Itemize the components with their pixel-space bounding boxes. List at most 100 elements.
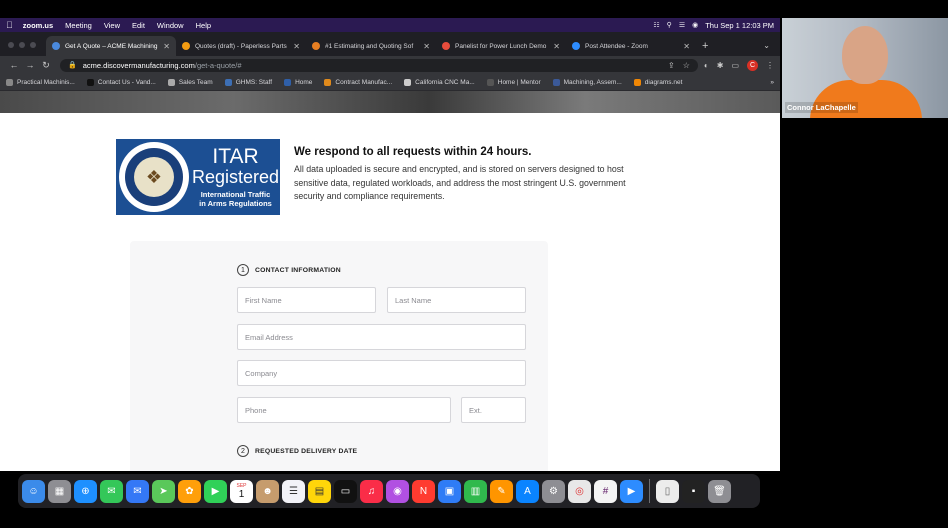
menu-meeting[interactable]: Meeting bbox=[65, 21, 92, 30]
news-icon[interactable]: N bbox=[412, 479, 435, 503]
lock-icon[interactable]: 🔒 bbox=[68, 61, 77, 69]
calendar-icon[interactable]: SEP 1 bbox=[230, 479, 253, 503]
keynote-icon[interactable]: ▣ bbox=[438, 479, 461, 503]
phone-input[interactable] bbox=[238, 398, 450, 422]
close-tab-icon[interactable]: ✕ bbox=[163, 42, 170, 51]
close-tab-icon[interactable]: ✕ bbox=[683, 42, 690, 51]
tab-estimating[interactable]: #1 Estimating and Quoting Sof ✕ bbox=[306, 36, 436, 56]
control-center-icon[interactable]: ☰ bbox=[679, 21, 685, 29]
bookmark-item[interactable]: California CNC Ma... bbox=[404, 78, 475, 86]
mail-icon[interactable]: ✉ bbox=[126, 479, 149, 503]
slack-icon[interactable]: # bbox=[594, 479, 617, 503]
zoom-app-icon[interactable]: ▶ bbox=[620, 479, 643, 503]
apple-icon[interactable]:  bbox=[6, 20, 13, 30]
photos-icon[interactable]: ✿ bbox=[178, 479, 201, 503]
email-field[interactable] bbox=[237, 324, 526, 350]
notes-icon[interactable]: ▤ bbox=[308, 479, 331, 503]
bookmark-favicon-icon bbox=[284, 78, 292, 86]
menu-view[interactable]: View bbox=[104, 21, 120, 30]
finder-icon[interactable]: ☺ bbox=[22, 479, 45, 503]
app-store-icon[interactable]: A bbox=[516, 479, 539, 503]
screenshot-icon[interactable]: ▪ bbox=[682, 479, 705, 503]
tab-panelist[interactable]: Panelist for Power Lunch Demo ✕ bbox=[436, 36, 566, 56]
screen:  zoom.us Meeting View Edit Window Help … bbox=[0, 0, 948, 528]
state-department-seal-icon: ❖ bbox=[119, 142, 189, 212]
minimize-window-button[interactable] bbox=[19, 42, 25, 48]
bookmark-item[interactable]: Practical Machinis... bbox=[6, 78, 75, 86]
menu-window[interactable]: Window bbox=[157, 21, 184, 30]
system-preferences-icon[interactable]: ⚙ bbox=[542, 479, 565, 503]
bookmark-item[interactable]: Contract Manufac... bbox=[324, 78, 392, 86]
kebab-menu-icon[interactable]: ⋮ bbox=[766, 61, 774, 70]
more-bookmarks-icon[interactable]: » bbox=[770, 79, 774, 86]
reload-icon[interactable]: ↻ bbox=[38, 60, 54, 71]
company-input[interactable] bbox=[238, 361, 525, 385]
menu-help[interactable]: Help bbox=[196, 21, 211, 30]
contacts-icon[interactable]: ☻ bbox=[256, 479, 279, 503]
tab-search-chevron-icon[interactable]: ⌄ bbox=[763, 41, 780, 56]
share-icon[interactable]: ⇪ bbox=[668, 61, 675, 70]
pages-icon[interactable]: ✎ bbox=[490, 479, 513, 503]
close-tab-icon[interactable]: ✕ bbox=[293, 42, 300, 51]
new-tab-icon[interactable]: + bbox=[696, 40, 716, 56]
chrome-icon[interactable]: ◎ bbox=[568, 479, 591, 503]
messages-icon[interactable]: ✉ bbox=[100, 479, 123, 503]
back-arrow-icon[interactable]: ← bbox=[6, 60, 22, 70]
tab-post-attendee[interactable]: Post Attendee - Zoom ✕ bbox=[566, 36, 696, 56]
close-tab-icon[interactable]: ✕ bbox=[553, 42, 560, 51]
bookmark-item[interactable]: GHMS: Staff bbox=[224, 78, 272, 86]
menu-edit[interactable]: Edit bbox=[132, 21, 145, 30]
bookmark-item[interactable]: Contact Us - Vand... bbox=[86, 78, 156, 86]
phone-ext-input[interactable] bbox=[462, 398, 525, 422]
profile-avatar[interactable]: C bbox=[747, 59, 758, 71]
music-icon[interactable]: ♫ bbox=[360, 479, 383, 503]
maximize-window-button[interactable] bbox=[30, 42, 36, 48]
first-name-field[interactable] bbox=[237, 287, 376, 313]
phone-field[interactable] bbox=[237, 397, 451, 423]
url-path: /get-a-quote/# bbox=[194, 60, 242, 70]
safari-icon[interactable]: ⊕ bbox=[74, 479, 97, 503]
last-name-field[interactable] bbox=[387, 287, 526, 313]
tv-icon[interactable]: ▭ bbox=[334, 479, 357, 503]
status-area: ☷ ⚲ ☰ ◉ Thu Sep 1 12:03 PM bbox=[653, 21, 774, 30]
facetime-icon[interactable]: ▶ bbox=[204, 479, 227, 503]
menubar-clock[interactable]: Thu Sep 1 12:03 PM bbox=[705, 21, 774, 30]
reminders-icon[interactable]: ☰ bbox=[282, 479, 305, 503]
bookmark-favicon-icon bbox=[324, 78, 332, 86]
maps-icon[interactable]: ➤ bbox=[152, 479, 175, 503]
podcasts-icon[interactable]: ◉ bbox=[386, 479, 409, 503]
wifi-icon[interactable]: ☷ bbox=[653, 21, 659, 29]
last-name-input[interactable] bbox=[388, 288, 525, 312]
bookmark-item[interactable]: Home | Mentor bbox=[486, 78, 541, 86]
company-field[interactable] bbox=[237, 360, 526, 386]
search-icon[interactable]: ⚲ bbox=[667, 21, 672, 29]
participant-name-label: Connor LaChapelle bbox=[785, 102, 858, 113]
trash-icon[interactable]: 🗑 bbox=[708, 479, 731, 503]
first-name-input[interactable] bbox=[238, 288, 375, 312]
tab-get-a-quote[interactable]: Get A Quote – ACME Machining ✕ bbox=[46, 36, 176, 56]
launchpad-icon[interactable]: ▦ bbox=[48, 479, 71, 503]
phone-ext-field[interactable] bbox=[461, 397, 526, 423]
extension-icon[interactable]: ◐ bbox=[704, 61, 709, 70]
address-bar[interactable]: 🔒 acme.discovermanufacturing.com/get-a-q… bbox=[60, 58, 698, 72]
forward-arrow-icon[interactable]: → bbox=[22, 60, 38, 70]
sidebar-icon[interactable]: ▭ bbox=[731, 61, 739, 70]
document-icon[interactable]: ▯ bbox=[656, 479, 679, 503]
bookmark-item[interactable]: Sales Team bbox=[167, 78, 213, 86]
browser-tabbar: Get A Quote – ACME Machining ✕ Quotes (d… bbox=[0, 32, 780, 56]
bookmark-item[interactable]: Home bbox=[284, 78, 312, 86]
bookmark-item[interactable]: Machining, Assem... bbox=[552, 78, 622, 86]
bookmark-item[interactable]: diagrams.net bbox=[633, 78, 682, 86]
tab-quotes-draft[interactable]: Quotes (draft) - Paperless Parts ✕ bbox=[176, 36, 306, 56]
numbers-icon[interactable]: ▥ bbox=[464, 479, 487, 503]
response-time-heading: We respond to all requests within 24 hou… bbox=[294, 146, 532, 158]
close-window-button[interactable] bbox=[8, 42, 14, 48]
email-input[interactable] bbox=[238, 325, 525, 349]
zoom-participant-video[interactable]: Connor LaChapelle bbox=[782, 18, 948, 118]
bookmark-star-icon[interactable]: ☆ bbox=[683, 61, 690, 70]
menubar-app-name[interactable]: zoom.us bbox=[23, 21, 53, 30]
puzzle-icon[interactable]: ✱ bbox=[717, 61, 724, 70]
close-tab-icon[interactable]: ✕ bbox=[423, 42, 430, 51]
bookmark-favicon-icon bbox=[552, 78, 560, 86]
siri-icon[interactable]: ◉ bbox=[692, 21, 698, 29]
